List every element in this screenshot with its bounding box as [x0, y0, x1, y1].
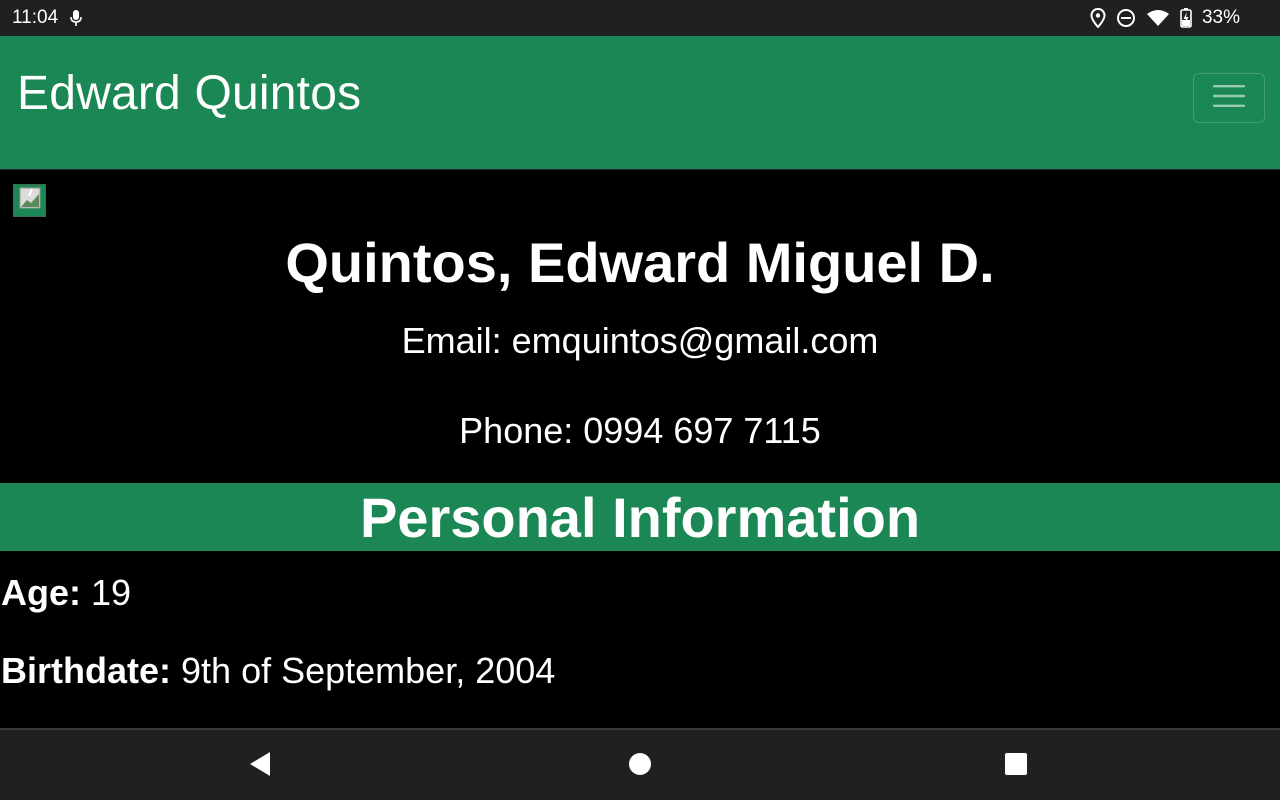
age-row: Age: 19 [1, 572, 131, 614]
age-label: Age: [1, 572, 81, 613]
personal-information-heading: Personal Information [0, 483, 1280, 551]
home-icon [628, 752, 652, 781]
battery-charging-icon [1180, 8, 1192, 28]
wifi-icon [1146, 9, 1170, 27]
back-button[interactable] [244, 750, 276, 782]
navbar-toggler-button[interactable] [1193, 73, 1265, 123]
full-name-heading: Quintos, Edward Miguel D. [285, 231, 995, 294]
navbar-brand[interactable]: Edward Quintos [17, 66, 361, 121]
email-text: Email: emquintos@gmail.com [401, 320, 879, 361]
recents-icon [1004, 752, 1028, 781]
system-navigation-bar [0, 728, 1280, 800]
hamburger-menu-icon [1212, 82, 1246, 115]
battery-percent: 33% [1201, 7, 1240, 28]
birthdate-label: Birthdate: [1, 650, 171, 691]
age-value: 19 [91, 572, 132, 613]
top-navbar: Edward Quintos [0, 36, 1280, 170]
broken-image-icon [19, 187, 41, 214]
status-bar: 11:04 33% [0, 0, 1280, 36]
status-time: 11:04 [12, 7, 59, 28]
birthdate-value: 9th of September, 2004 [181, 650, 556, 691]
recents-button[interactable] [1000, 750, 1032, 782]
home-button[interactable] [624, 750, 656, 782]
do-not-disturb-icon [1116, 8, 1136, 28]
location-icon [1090, 8, 1106, 28]
microphone-icon [70, 9, 82, 27]
birthdate-row: Birthdate: 9th of September, 2004 [1, 650, 555, 692]
back-icon [248, 751, 272, 782]
phone-text: Phone: 0994 697 7115 [459, 410, 821, 451]
profile-image [13, 184, 46, 217]
